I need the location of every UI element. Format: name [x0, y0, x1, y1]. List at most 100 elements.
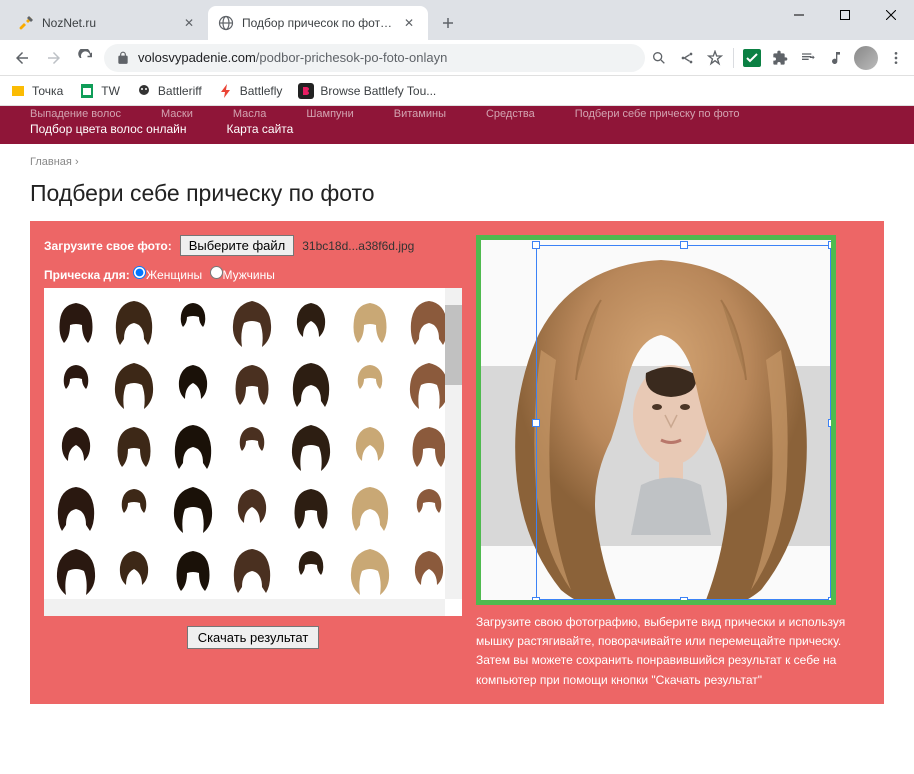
hairstyle-thumbnail[interactable] — [342, 478, 397, 538]
share-icon[interactable] — [677, 48, 697, 68]
tab-title: Подбор причесок по фото онла — [242, 16, 398, 30]
close-icon[interactable]: ✕ — [184, 16, 198, 30]
hairstyle-thumbnail[interactable] — [283, 478, 338, 538]
back-button[interactable] — [8, 44, 36, 72]
hairstyle-thumbnail[interactable] — [107, 416, 162, 476]
minimize-button[interactable] — [776, 0, 822, 30]
close-window-button[interactable] — [868, 0, 914, 30]
hairstyle-thumbnail[interactable] — [342, 292, 397, 352]
battlefy-icon — [298, 83, 314, 99]
scrollbar-thumb[interactable] — [445, 305, 462, 385]
nav-link[interactable]: Масла — [233, 108, 266, 120]
selection-box[interactable] — [536, 245, 831, 600]
hairstyle-thumbnail[interactable] — [166, 292, 221, 352]
page-content: Выпадение волос Маски Масла Шампуни Витамины… — [0, 106, 914, 774]
hairstyle-thumbnail[interactable] — [48, 478, 103, 538]
folder-icon — [10, 83, 26, 99]
gender-female-radio[interactable] — [133, 266, 146, 279]
browser-tab[interactable]: NozNet.ru ✕ — [8, 6, 208, 40]
hairstyle-thumbnail[interactable] — [283, 416, 338, 476]
star-icon[interactable] — [705, 48, 725, 68]
hairstyle-thumbnail[interactable] — [342, 540, 397, 600]
profile-avatar[interactable] — [854, 46, 878, 70]
hairstyle-thumbnail[interactable] — [166, 354, 221, 414]
hairstyle-thumbnail[interactable] — [225, 540, 280, 600]
hairstyle-thumbnail[interactable] — [342, 416, 397, 476]
bookmark-item[interactable]: Battleriff — [136, 83, 202, 99]
hairstyle-thumbnail[interactable] — [166, 416, 221, 476]
hairstyle-thumbnail[interactable] — [107, 540, 162, 600]
extensions-icon[interactable] — [770, 48, 790, 68]
nav-link[interactable]: Маски — [161, 108, 193, 120]
search-icon[interactable] — [649, 48, 669, 68]
resize-handle[interactable] — [532, 419, 540, 427]
resize-handle[interactable] — [532, 241, 540, 249]
menu-icon[interactable] — [886, 48, 906, 68]
bookmark-item[interactable]: Browse Battlefy Tou... — [298, 83, 436, 99]
filename-text: 31bc18d...a38f6d.jpg — [302, 239, 414, 253]
preview-canvas[interactable] — [476, 235, 836, 605]
lightning-icon — [218, 83, 234, 99]
gender-male-radio[interactable] — [210, 266, 223, 279]
nav-link[interactable]: Выпадение волос — [30, 108, 121, 120]
upload-row: Загрузите свое фото: Выберите файл 31bc1… — [44, 235, 462, 256]
address-bar: volosvypadenie.com/podbor-prichesok-po-f… — [0, 40, 914, 76]
resize-handle[interactable] — [680, 597, 688, 605]
maximize-button[interactable] — [822, 0, 868, 30]
page-title: Подбери себе прическу по фото — [0, 172, 914, 221]
forward-button[interactable] — [40, 44, 68, 72]
resize-handle[interactable] — [680, 241, 688, 249]
hairstyle-thumbnail[interactable] — [166, 540, 221, 600]
choose-file-button[interactable]: Выберите файл — [180, 235, 294, 256]
reading-list-icon[interactable] — [798, 48, 818, 68]
nav-link[interactable]: Карта сайта — [226, 122, 293, 136]
bookmark-item[interactable]: TW — [79, 83, 120, 99]
resize-handle[interactable] — [828, 597, 836, 605]
hairstyle-thumbnail[interactable] — [48, 416, 103, 476]
hairstyle-thumbnail[interactable] — [166, 478, 221, 538]
resize-handle[interactable] — [532, 597, 540, 605]
nav-link[interactable]: Шампуни — [306, 108, 353, 120]
nav-link[interactable]: Средства — [486, 108, 535, 120]
instructions-text: Загрузите свою фотографию, выберите вид … — [476, 605, 870, 690]
hairstyle-thumbnail[interactable] — [107, 354, 162, 414]
download-button[interactable]: Скачать результат — [187, 626, 320, 649]
hairstyle-thumbnail[interactable] — [48, 354, 103, 414]
music-icon[interactable] — [826, 48, 846, 68]
hairstyle-thumbnail[interactable] — [107, 478, 162, 538]
url-path: /podbor-prichesok-po-foto-onlayn — [256, 50, 448, 65]
new-tab-button[interactable] — [434, 9, 462, 37]
hairstyle-thumbnail[interactable] — [225, 292, 280, 352]
reload-button[interactable] — [72, 44, 100, 72]
globe-icon — [218, 15, 234, 31]
close-icon[interactable]: ✕ — [404, 16, 418, 30]
hairstyle-thumbnail[interactable] — [225, 478, 280, 538]
window-controls — [776, 0, 914, 30]
hairstyle-thumbnail[interactable] — [225, 354, 280, 414]
url-domain: volosvypadenie.com — [138, 50, 256, 65]
hairstyle-thumbnail[interactable] — [48, 292, 103, 352]
scrollbar-horizontal[interactable] — [44, 599, 445, 616]
hairstyle-thumbnail[interactable] — [283, 540, 338, 600]
hairstyle-thumbnail[interactable] — [225, 416, 280, 476]
browser-tab-active[interactable]: Подбор причесок по фото онла ✕ — [208, 6, 428, 40]
extension-check-icon[interactable] — [742, 48, 762, 68]
bookmark-item[interactable]: Точка — [10, 83, 63, 99]
hairstyle-thumbnail[interactable] — [283, 354, 338, 414]
nav-link[interactable]: Витамины — [394, 108, 446, 120]
hairstyle-thumbnail[interactable] — [107, 292, 162, 352]
url-input[interactable]: volosvypadenie.com/podbor-prichesok-po-f… — [104, 44, 645, 72]
nav-link[interactable]: Подбери себе прическу по фото — [575, 108, 740, 120]
skull-icon — [136, 83, 152, 99]
resize-handle[interactable] — [828, 419, 836, 427]
breadcrumb-home[interactable]: Главная — [30, 156, 72, 168]
breadcrumb-sep: › — [75, 156, 79, 168]
hairstyle-thumbnail[interactable] — [283, 292, 338, 352]
nav-link[interactable]: Подбор цвета волос онлайн — [30, 122, 186, 136]
resize-handle[interactable] — [828, 241, 836, 249]
hairstyle-thumbnail[interactable] — [342, 354, 397, 414]
gender-label: Прическа для: — [44, 268, 130, 282]
bookmark-item[interactable]: Battlefly — [218, 83, 283, 99]
lock-icon — [116, 51, 130, 65]
hairstyle-thumbnail[interactable] — [48, 540, 103, 600]
